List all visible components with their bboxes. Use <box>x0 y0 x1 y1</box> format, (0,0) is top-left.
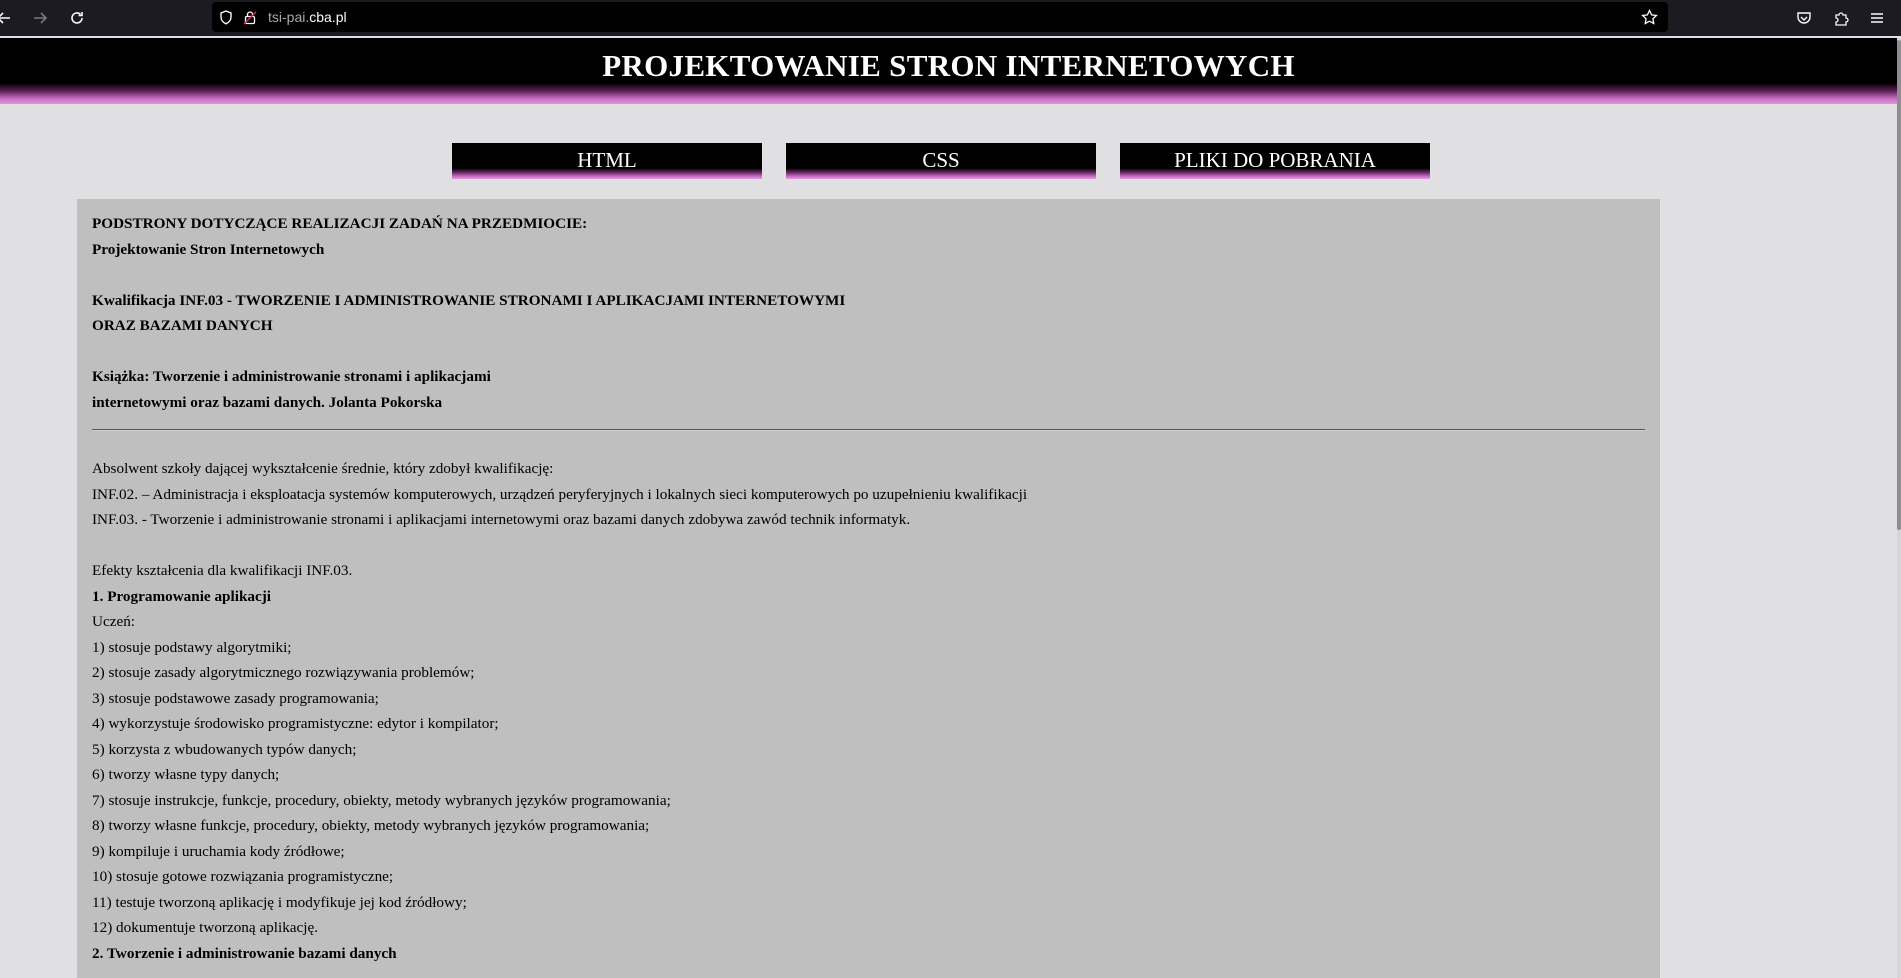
site-header: PROJEKTOWANIE STRON INTERNETOWYCH <box>0 38 1897 104</box>
intro-heading: PODSTRONY DOTYCZĄCE REALIZACJI ZADAŃ NA … <box>92 215 588 232</box>
effects-title: Efekty kształcenia dla kwalifikacji INF.… <box>92 562 353 579</box>
pocket-button[interactable] <box>1791 5 1817 31</box>
book-line-2: internetowymi oraz bazami danych. Jolant… <box>92 393 443 411</box>
star-icon <box>1640 8 1658 25</box>
bookmark-button[interactable] <box>1638 6 1660 28</box>
book-line-1: Książka: Tworzenie i administrowanie str… <box>92 368 491 385</box>
lock-icon[interactable] <box>240 7 260 27</box>
pocket-icon <box>1797 12 1811 24</box>
list-item: 1) stosuje podstawy algorytmiki; <box>92 638 292 656</box>
student-label: Uczeń: <box>92 613 136 630</box>
reload-icon <box>71 12 83 24</box>
list-item: 12) dokumentuje tworzoną aplikację. <box>92 919 319 936</box>
url-prefix: tsi-pai. <box>268 9 310 25</box>
menu-item-downloads[interactable]: PLIKI DO POBRANIA <box>1120 143 1430 179</box>
arrow-right-icon <box>34 12 48 24</box>
shield-icon[interactable] <box>216 7 236 27</box>
url-text[interactable]: tsi-pai.cba.pl <box>268 9 347 25</box>
content-panel: PODSTRONY DOTYCZĄCE REALIZACJI ZADAŃ NA … <box>77 199 1660 978</box>
graduate-line-2: INF.02. – Administracja i eksploatacja s… <box>92 485 1028 503</box>
list-item: 3) stosuje podstawowe zasady programowan… <box>92 689 379 707</box>
menu-item-label: CSS <box>922 148 960 172</box>
page-viewport: PROJEKTOWANIE STRON INTERNETOWYCH HTML C… <box>0 38 1897 978</box>
hamburger-menu-icon <box>1871 13 1883 23</box>
list-item: 6) tworzy własne typy danych; <box>92 766 280 783</box>
list-item: 7) stosuje instrukcje, funkcje, procedur… <box>92 791 671 809</box>
qualification-line-1: Kwalifikacja INF.03 - TWORZENIE I ADMINI… <box>92 291 846 309</box>
list-item: 2) stosuje zasady algorytmicznego rozwią… <box>92 664 475 681</box>
reload-button[interactable] <box>65 6 89 30</box>
main-menu: HTML CSS PLIKI DO POBRANIA <box>0 143 1897 179</box>
app-menu-button[interactable] <box>1864 5 1890 31</box>
list-item: 10) stosuje gotowe rozwiązania programis… <box>92 868 394 885</box>
list-item: 11) testuje tworzoną aplikację i modyfik… <box>92 893 467 911</box>
back-button[interactable] <box>0 6 16 30</box>
menu-item-label: HTML <box>577 148 637 172</box>
browser-toolbar: tsi-pai.cba.pl <box>0 0 1901 36</box>
extensions-button[interactable] <box>1828 5 1854 31</box>
menu-item-html[interactable]: HTML <box>452 143 762 179</box>
graduate-line-1: Absolwent szkoły dającej wykształcenie ś… <box>92 460 554 477</box>
list-item: 4) wykorzystuje środowisko programistycz… <box>92 715 499 732</box>
intro-subject: Projektowanie Stron Internetowych <box>92 240 325 258</box>
list-item: 9) kompiluje i uruchamia kody źródłowe; <box>92 842 345 860</box>
url-domain: cba.pl <box>309 9 347 25</box>
graduate-line-3: INF.03. - Tworzenie i administrowanie st… <box>92 511 911 528</box>
page-title: PROJEKTOWANIE STRON INTERNETOWYCH <box>602 48 1295 83</box>
menu-item-label: PLIKI DO POBRANIA <box>1174 148 1376 172</box>
section-heading: 1. Programowanie aplikacji <box>92 587 272 605</box>
arrow-left-icon <box>0 12 10 24</box>
list-item: 8) tworzy własne funkcje, procedury, obi… <box>92 817 650 834</box>
qualification-line-2: ORAZ BAZAMI DANYCH <box>92 317 273 334</box>
list-item: 5) korzysta z wbudowanych typów danych; <box>92 740 357 758</box>
puzzle-icon <box>1835 12 1849 26</box>
divider <box>92 429 1645 431</box>
menu-item-css[interactable]: CSS <box>786 143 1096 179</box>
scrollbar-thumb[interactable] <box>1897 40 1901 530</box>
section-heading: 2. Tworzenie i administrowanie bazami da… <box>92 944 397 962</box>
url-bar[interactable]: tsi-pai.cba.pl <box>212 2 1668 32</box>
forward-button[interactable] <box>28 6 52 30</box>
